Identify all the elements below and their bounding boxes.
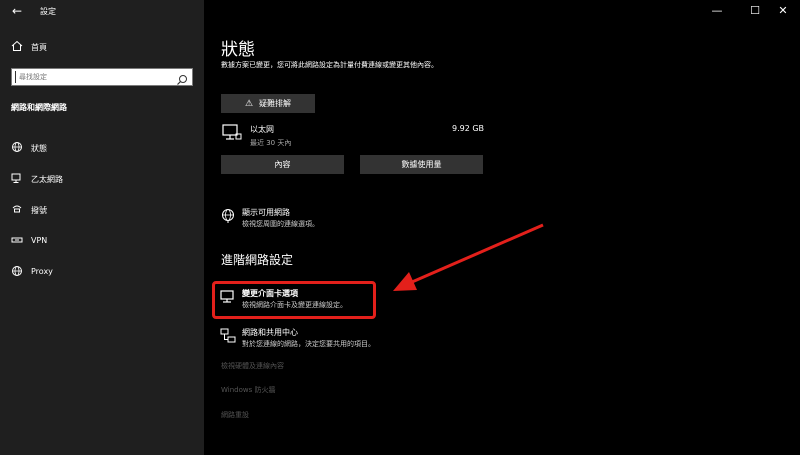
network-globe-icon — [220, 208, 236, 224]
connection-period: 最近 30 天內 — [250, 139, 292, 147]
sidebar-item-proxy[interactable]: Proxy — [0, 260, 204, 284]
sidebar-item-label: 狀態 — [31, 144, 47, 153]
dialup-icon — [10, 203, 24, 217]
sidebar-item-label: 撥號 — [31, 206, 47, 215]
firewall-link[interactable]: Windows 防火牆 — [221, 385, 275, 395]
hardware-properties-link[interactable]: 檢視硬體及連線內容 — [221, 361, 284, 371]
search-input[interactable] — [15, 71, 173, 83]
ethernet-icon — [10, 172, 24, 186]
home-icon — [10, 40, 24, 54]
troubleshoot-label: 疑難排解 — [259, 99, 292, 108]
globe-icon — [10, 265, 24, 279]
page-title: 狀態 — [221, 40, 255, 60]
sharing-center-icon — [220, 328, 236, 344]
link-subtitle: 檢視您周圍的連線選項。 — [242, 220, 319, 228]
ethernet-computer-icon — [221, 124, 243, 142]
connection-name: 以太网 — [250, 125, 274, 134]
close-button[interactable]: ✕ — [776, 4, 790, 18]
search-field[interactable] — [11, 68, 193, 86]
sidebar-item-ethernet[interactable]: 乙太網路 — [0, 167, 204, 191]
warning-icon: ⚠ — [244, 98, 254, 109]
link-title: 顯示可用網路 — [242, 208, 290, 217]
sidebar-item-label: 首頁 — [31, 43, 47, 52]
minimize-button[interactable]: — — [710, 4, 724, 18]
maximize-button[interactable]: ☐ — [748, 4, 762, 18]
data-usage-button[interactable]: 數據使用量 — [360, 155, 483, 174]
sidebar-section-title: 網路和網際網路 — [11, 103, 67, 112]
sidebar-item-label: VPN — [31, 236, 48, 245]
troubleshoot-button[interactable]: ⚠ 疑難排解 — [221, 94, 315, 113]
network-reset-link[interactable]: 網路重設 — [221, 410, 249, 420]
highlight-box — [212, 281, 376, 319]
sidebar-item-dialup[interactable]: 撥號 — [0, 198, 204, 222]
globe-icon — [10, 141, 24, 155]
properties-button[interactable]: 內容 — [221, 155, 344, 174]
sidebar: ← 設定 首頁 網路和網際網路 狀態 乙太網路 撥號 VP — [0, 0, 204, 455]
sidebar-item-home[interactable]: 首頁 — [0, 35, 204, 59]
back-arrow-icon[interactable]: ← — [10, 4, 24, 18]
search-icon[interactable] — [176, 71, 188, 85]
link-subtitle: 對於您連線的網路，決定您要共用的項目。 — [242, 340, 375, 348]
connection-usage: 9.92 GB — [452, 124, 485, 133]
sidebar-item-status[interactable]: 狀態 — [0, 136, 204, 160]
sidebar-item-vpn[interactable]: VPN — [0, 229, 204, 253]
link-title: 網路和共用中心 — [242, 328, 298, 337]
sidebar-item-label: Proxy — [31, 267, 53, 276]
page-description: 數據方案已變更，您可將此網路設定為計量付費連線或變更其他內容。 — [221, 61, 438, 69]
sidebar-item-label: 乙太網路 — [31, 175, 63, 184]
vpn-icon — [10, 234, 24, 248]
advanced-heading: 進階網路設定 — [221, 253, 294, 267]
app-title: 設定 — [40, 7, 56, 16]
